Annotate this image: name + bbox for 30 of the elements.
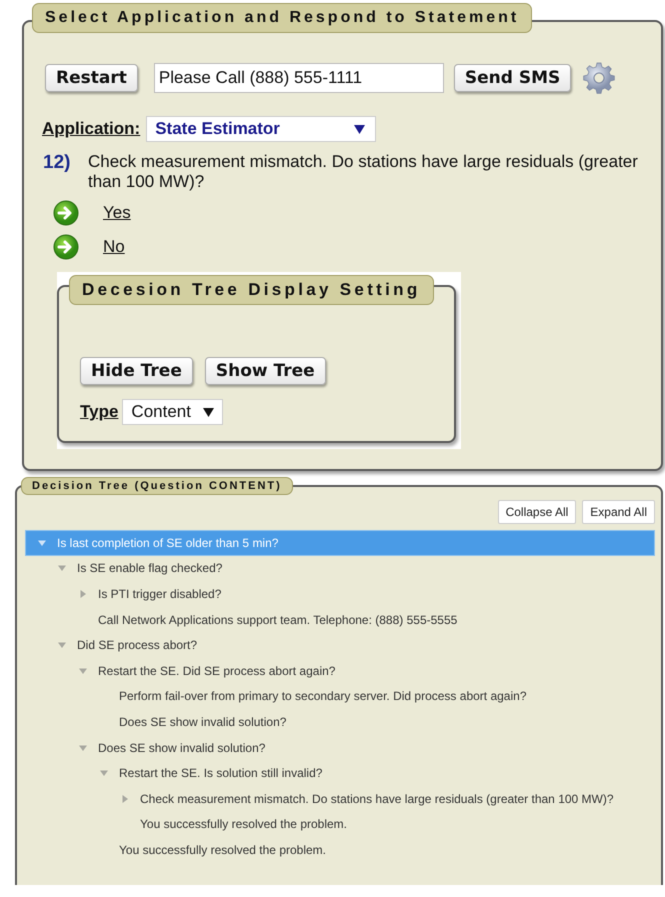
tree-row[interactable]: Perform fail-over from primary to secondary server. Did process abort again? (25, 684, 655, 710)
tree-row[interactable]: Restart the SE. Is solution still invalid? (25, 760, 655, 786)
tree-row[interactable]: You successfully resolved the problem. (25, 837, 655, 863)
panel-title: Select Application and Respond to Statement (32, 3, 532, 33)
application-label: Application: (42, 119, 140, 139)
tree-row[interactable]: Does SE show invalid solution? (25, 734, 655, 760)
answer-link[interactable]: Yes (103, 203, 131, 223)
tree-row[interactable]: Is PTI trigger disabled? (25, 581, 655, 607)
question-number: 12) (43, 152, 72, 175)
tree-row[interactable]: Check measurement mismatch. Do stations have large residuals (greater than 100 MW)? (25, 786, 655, 812)
send-sms-button[interactable]: Send SMS (454, 64, 572, 92)
type-dropdown[interactable]: Content (122, 399, 223, 425)
tree-row[interactable]: Is SE enable flag checked? (25, 556, 655, 582)
tree-row[interactable]: Does SE show invalid solution? (25, 709, 655, 735)
tree-toggle-button[interactable]: Hide Tree (80, 357, 193, 385)
answer-link[interactable]: No (103, 237, 125, 257)
application-dropdown[interactable]: State Estimator (146, 116, 376, 142)
type-label: Type (80, 402, 118, 422)
tree-row[interactable]: Did SE process abort? (25, 632, 655, 658)
tree-action-button[interactable]: Expand All (582, 500, 655, 524)
tree-action-button[interactable]: Collapse All (498, 500, 576, 524)
restart-button[interactable]: Restart (45, 64, 138, 92)
message-input[interactable]: Please Call (888) 555-1111 (154, 63, 444, 93)
question-text: Check measurement mismatch. Do stations have large residuals (greater than 100 MW)? (88, 152, 639, 192)
panel-title: Decesion Tree Display Setting (69, 275, 434, 305)
tree-row[interactable]: Restart the SE. Did SE process abort again? (25, 658, 655, 684)
tree-row[interactable]: You successfully resolved the problem. (25, 812, 655, 838)
tree-toggle-button[interactable]: Show Tree (204, 357, 326, 385)
tree-row[interactable]: Call Network Applications support team. Telephone: (888) 555-5555 (25, 606, 655, 632)
panel-title: Decision Tree (Question CONTENT) (21, 477, 293, 495)
